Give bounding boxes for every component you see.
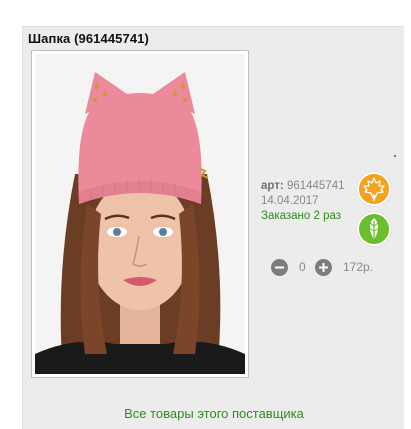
supplier-products-link[interactable]: Все товары этого поставщика (23, 406, 405, 421)
leaf-glyph (368, 218, 380, 240)
minus-glyph (275, 266, 284, 269)
price: 172р. (343, 260, 374, 274)
article-label: арт: (261, 180, 284, 192)
maple-leaf-icon[interactable] (357, 172, 391, 206)
product-date: 14.04.2017 (261, 195, 319, 207)
product-image (35, 54, 245, 374)
plus-circle-icon[interactable] (315, 259, 332, 276)
product-card: Шапка (961445741) арт: 961445741 14.04.2… (22, 26, 404, 429)
leaf-icon[interactable] (357, 212, 391, 246)
plus-glyph (319, 263, 328, 272)
minus-circle-icon[interactable] (271, 259, 288, 276)
product-title: Шапка (961445741) (28, 31, 149, 46)
quantity-value: 0 (299, 260, 306, 274)
article-line: арт: 961445741 (261, 180, 345, 192)
article-number: 961445741 (286, 180, 345, 192)
product-photo[interactable] (31, 50, 249, 378)
ordered-count: Заказано 2 раз (261, 210, 342, 222)
stray-dot (394, 155, 396, 157)
maple-leaf-glyph (363, 177, 385, 201)
